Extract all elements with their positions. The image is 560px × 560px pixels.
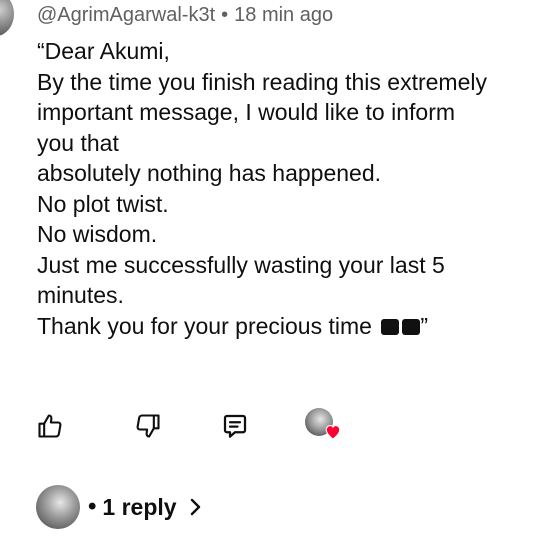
emoji-square-icon — [381, 318, 400, 335]
dislike-button[interactable] — [132, 410, 164, 442]
view-replies-button[interactable]: • 1 reply — [36, 484, 203, 530]
reply-author-avatar — [36, 485, 80, 529]
reply-chevron[interactable] — [187, 496, 203, 518]
comment-line: important message, I would like to infor… — [37, 99, 456, 125]
chevron-right-icon — [190, 498, 200, 516]
comment-line: absolutely nothing has happened. — [37, 160, 382, 186]
comment-line: By the time you finish reading this extr… — [37, 68, 487, 95]
comment-line: No plot twist. — [37, 190, 169, 217]
author-handle[interactable]: @AgrimAgarwal-k3t — [37, 4, 215, 26]
comment-last-line: Thank you for your precious time ” — [37, 311, 560, 342]
creator-heart — [305, 408, 345, 444]
comment-line: minutes. — [37, 282, 124, 308]
emoji-square-icon — [402, 318, 421, 335]
comment-reply-icon — [223, 414, 247, 438]
comment-line: you that — [37, 129, 119, 156]
reply-count[interactable]: 1 reply — [102, 494, 176, 521]
author-avatar[interactable] — [0, 0, 14, 36]
comment-line: Just me successfully wasting your last 5 — [37, 251, 445, 278]
thumbs-down-icon — [136, 414, 160, 438]
comment-line: Thank you for your precious time — [37, 312, 372, 339]
comment-timestamp: 18 min ago — [234, 4, 334, 26]
comment-actions — [0, 406, 560, 446]
closing-quote: ” — [420, 312, 428, 339]
reply-bullet: • — [88, 493, 97, 520]
comment-header: @AgrimAgarwal-k3t • 18 min ago — [37, 4, 333, 27]
thumbs-up-icon — [38, 414, 62, 438]
header-separator: • — [221, 4, 229, 26]
comment-line: “Dear Akumi, — [37, 38, 170, 64]
reply-button[interactable] — [219, 410, 251, 442]
comment-line: No wisdom. — [37, 221, 158, 247]
heart-icon — [325, 424, 341, 440]
like-button[interactable] — [34, 410, 66, 442]
comment-text: “Dear Akumi, By the time you finish read… — [37, 36, 560, 341]
